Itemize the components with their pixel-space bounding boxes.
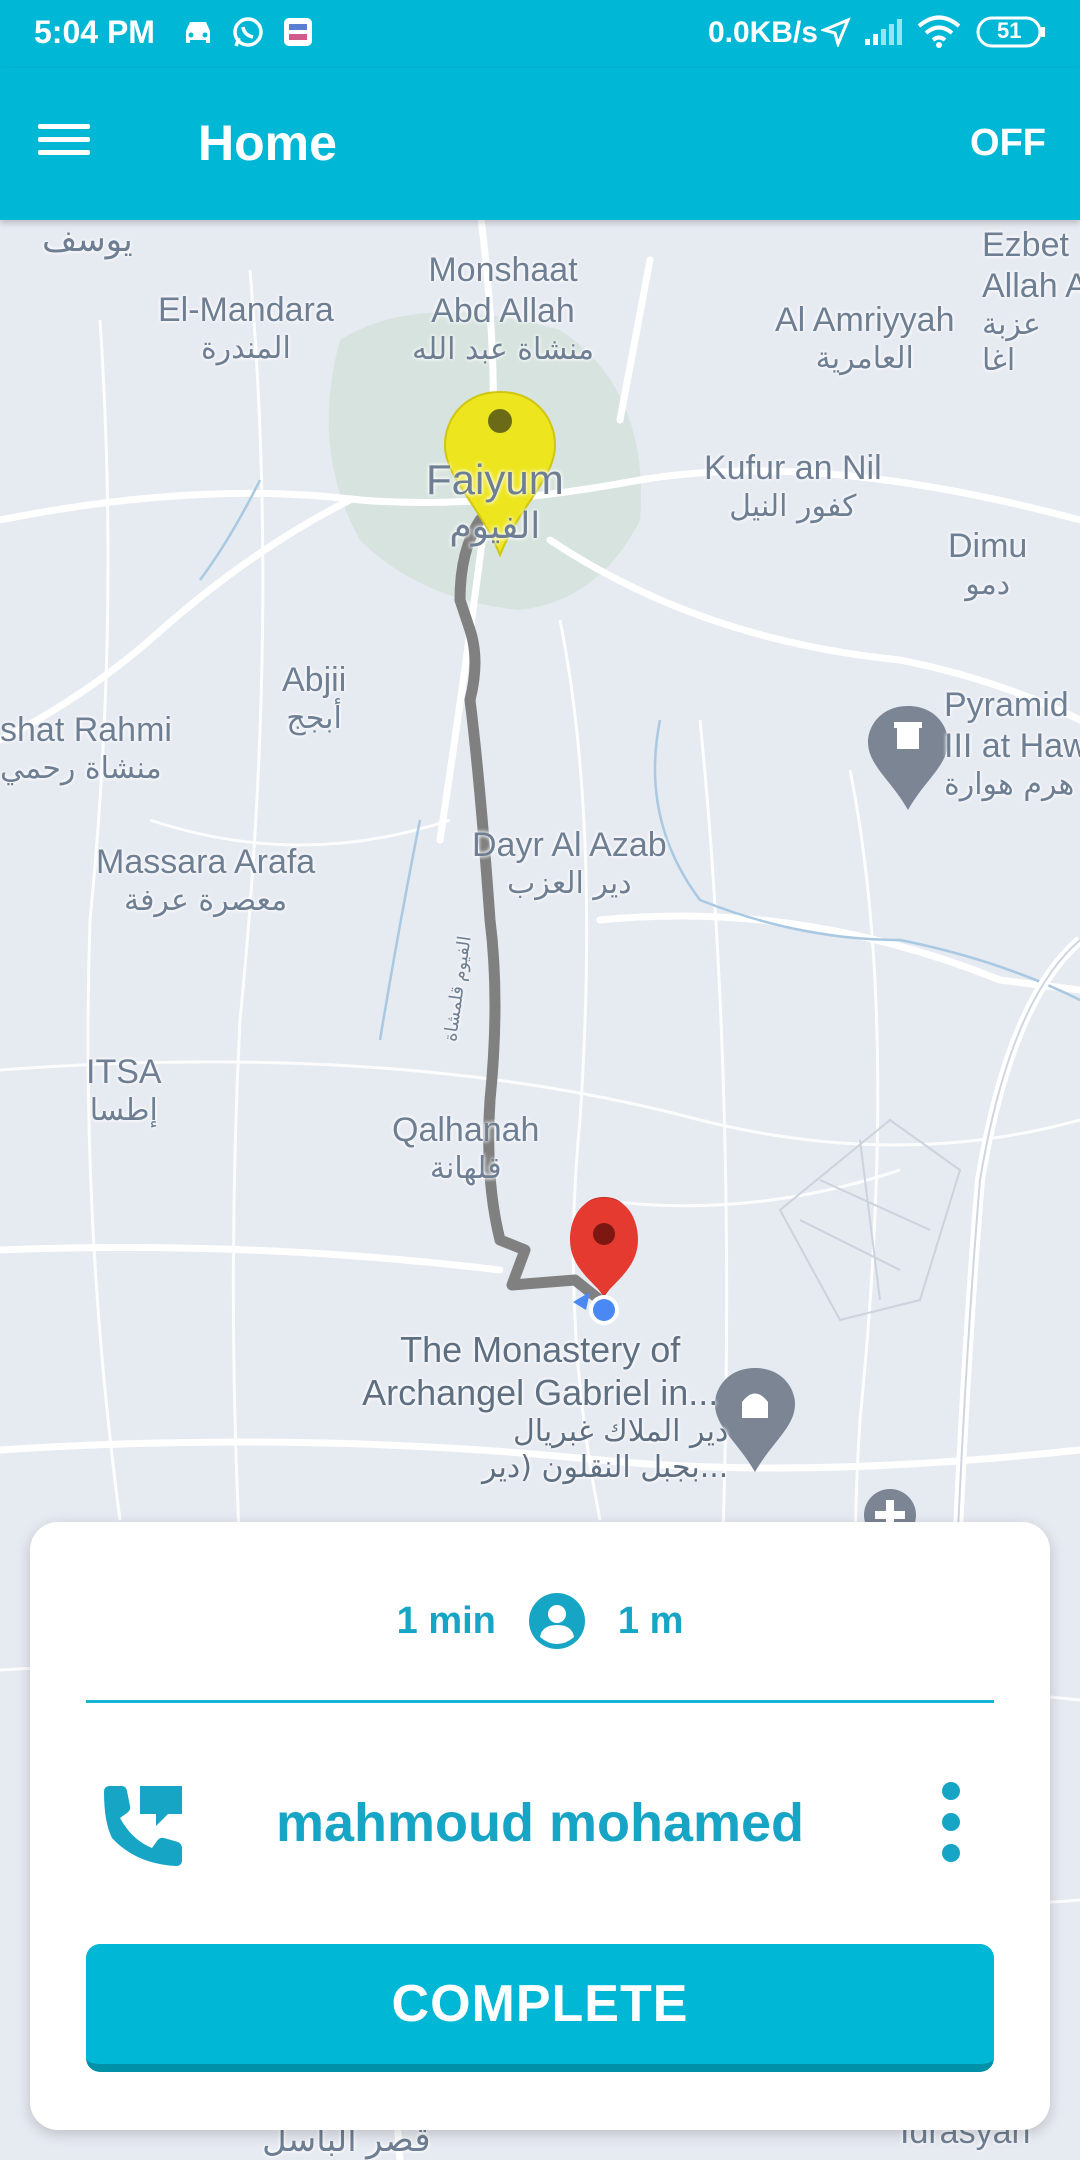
app-notification-icon: [280, 14, 316, 50]
map-label-monastery: The Monastery of Archangel Gabriel in... د…: [362, 1329, 729, 1486]
page-title: Home: [198, 115, 337, 171]
signal-icon: [862, 14, 906, 50]
trip-distance: 1 m: [617, 1599, 684, 1642]
location-arrow-icon: [818, 14, 854, 50]
passenger-name: mahmoud mohamed: [275, 1793, 805, 1853]
trip-stats: 1 min 1 m: [30, 1592, 1050, 1650]
pyramid-landmark-icon[interactable]: [868, 706, 948, 810]
battery-icon: 51: [975, 14, 1047, 50]
map-label-dayr-al-azab: Dayr Al Azab دير العزب: [472, 826, 667, 901]
availability-toggle[interactable]: OFF: [970, 122, 1046, 165]
trip-duration: 1 min: [396, 1599, 496, 1642]
map-label-faiyum: Faiyum الفيوم: [426, 456, 564, 548]
map-label-youssef: يوسف: [42, 221, 133, 259]
map-label-el-mandara: El-Mandara المندرة: [158, 291, 334, 366]
passenger-contact-row: mahmoud mohamed: [30, 1772, 1050, 1872]
status-bar: 5:04 PM 0.0KB/s 51: [0, 0, 1080, 68]
card-divider: [86, 1700, 994, 1703]
menu-icon[interactable]: [38, 116, 118, 172]
whatsapp-icon: [230, 14, 266, 50]
map-label-monshaat: Monshaat Abd Allah منشاة عبد الله: [412, 251, 595, 367]
map-label-ezbet: Ezbet Allah A عزبة اغا: [982, 226, 1080, 378]
map-label-dimu: Dimu دمو: [948, 527, 1028, 602]
status-time: 5:04 PM: [34, 14, 155, 50]
map-label-abjii: Abjii أبجج: [282, 661, 347, 736]
app-bar: Home OFF: [0, 68, 1080, 220]
person-icon: [528, 1593, 585, 1649]
map-label-massara-arafa: Massara Arafa معصرة عرفة: [96, 843, 316, 918]
battery-level: 51: [997, 18, 1022, 43]
trip-card: 1 min 1 m mahmoud mohamed COMPLETE: [30, 1522, 1050, 2130]
car-icon: [180, 14, 216, 50]
wifi-icon: [916, 14, 962, 50]
map-label-amriyyah: Al Amriyyah العامرية: [775, 301, 955, 376]
map-label-itsa: ITSA إطسا: [86, 1053, 162, 1128]
complete-button[interactable]: COMPLETE: [86, 1944, 994, 2072]
map-label-pyramid: Pyramid III at Haw هرم هوارة: [944, 686, 1080, 802]
map-label-rahmi: shat Rahmi منشاة رحمي: [0, 711, 172, 786]
map-label-qalhanah: Qalhanah قلهانة: [392, 1111, 540, 1186]
map-label-kufur-an-nil: Kufur an Nil كفور النيل: [704, 449, 882, 524]
more-options-icon[interactable]: [936, 1782, 966, 1862]
network-speed: 0.0KB/s: [707, 16, 818, 49]
